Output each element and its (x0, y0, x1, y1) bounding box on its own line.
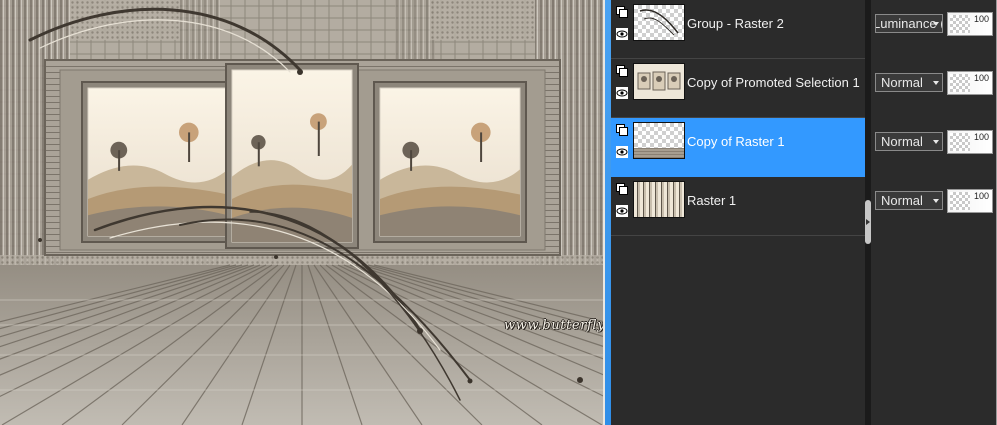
chevron-down-icon (933, 22, 939, 26)
watermark-text: www.butterfly.adv.br - Maria José (504, 318, 604, 333)
layer-thumbnail (633, 4, 685, 41)
layer-name: Raster 1 (687, 193, 737, 208)
opacity-preview (950, 74, 970, 92)
opacity-value: 100 (973, 132, 989, 142)
framed-landscape (81, 81, 235, 243)
opacity-preview (950, 133, 970, 151)
opacity-preview (950, 15, 970, 33)
raster-layer-icon (616, 183, 628, 195)
layer-list: Group - Raster 2 Copy of Promoted Select… (611, 0, 865, 425)
framed-landscape (373, 81, 527, 243)
blend-mode-select[interactable]: Luminance ( (875, 14, 943, 33)
layer-thumbnail (633, 122, 685, 159)
eye-icon[interactable] (616, 146, 628, 158)
layer-name: Copy of Promoted Selection 1 (687, 75, 860, 90)
opacity-preview (950, 192, 970, 210)
raster-layer-icon (616, 124, 628, 136)
blend-mode-select[interactable]: Normal (875, 73, 943, 92)
layer-row-copy-of-promoted-selection-1[interactable]: Copy of Promoted Selection 1 (611, 59, 865, 118)
chevron-down-icon (933, 199, 939, 203)
layer-name: Copy of Raster 1 (687, 134, 785, 149)
blend-mode-select[interactable]: Normal (875, 191, 943, 210)
layer-row-copy-of-raster-1[interactable]: Copy of Raster 1 (611, 118, 865, 177)
raster-layer-icon (616, 6, 628, 18)
layer-thumbnail (633, 63, 685, 100)
image-canvas[interactable]: www.butterfly.adv.br - Maria José (0, 0, 605, 425)
raster-layer-icon (616, 65, 628, 77)
blend-mode-value: Normal (881, 193, 923, 208)
opacity-field[interactable]: 100 (947, 189, 993, 213)
layer-row-raster-1[interactable]: Raster 1 (611, 177, 865, 236)
opacity-field[interactable]: 100 (947, 130, 993, 154)
layer-properties-column: Luminance ( 100 Normal 100 Normal 100 No… (871, 0, 996, 425)
layer-thumbnail (633, 181, 685, 218)
blend-mode-value: Normal (881, 134, 923, 149)
canvas-artwork (0, 0, 603, 425)
opacity-value: 100 (973, 191, 989, 201)
chevron-down-icon (933, 140, 939, 144)
layer-row-group-raster-2[interactable]: Group - Raster 2 (611, 0, 865, 59)
eye-icon[interactable] (616, 28, 628, 40)
layers-panel: Group - Raster 2 Copy of Promoted Select… (611, 0, 997, 425)
chevron-down-icon (933, 81, 939, 85)
eye-icon[interactable] (616, 205, 628, 217)
blend-mode-select[interactable]: Normal (875, 132, 943, 151)
layer-name: Group - Raster 2 (687, 16, 784, 31)
opacity-value: 100 (973, 73, 989, 83)
opacity-field[interactable]: 100 (947, 71, 993, 95)
blend-mode-value: Normal (881, 75, 923, 90)
eye-icon[interactable] (616, 87, 628, 99)
opacity-field[interactable]: 100 (947, 12, 993, 36)
opacity-value: 100 (973, 14, 989, 24)
